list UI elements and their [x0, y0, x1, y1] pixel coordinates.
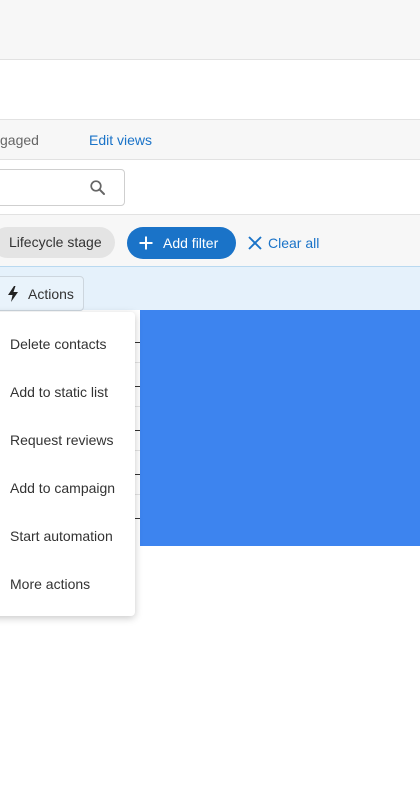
menu-item-start-automation[interactable]: Start automation — [10, 512, 113, 560]
search-icon[interactable] — [89, 179, 107, 197]
menu-item-delete-contacts[interactable]: Delete contacts — [10, 320, 107, 368]
search-input[interactable] — [0, 170, 93, 205]
menu-item-add-to-static-list[interactable]: Add to static list — [10, 368, 108, 416]
add-filter-button[interactable]: Add filter — [127, 227, 236, 259]
actions-button[interactable]: Actions — [0, 276, 84, 311]
page-header — [0, 60, 420, 120]
bulk-actions-bar: Actions — [0, 267, 420, 311]
filter-row: Lifecycle stage Add filter Clear all — [0, 215, 420, 267]
bolt-icon — [8, 285, 18, 302]
menu-item-request-reviews[interactable]: Request reviews — [10, 416, 114, 464]
add-filter-label: Add filter — [163, 235, 219, 251]
tab-engaged[interactable]: gaged — [0, 120, 39, 160]
close-icon — [248, 236, 262, 250]
clear-all-button[interactable]: Clear all — [247, 227, 319, 259]
lifecycle-stage-chip[interactable]: Lifecycle stage — [0, 227, 115, 258]
menu-item-more-actions[interactable]: More actions — [10, 560, 90, 608]
edit-views-link[interactable]: Edit views — [89, 120, 152, 160]
menu-item-add-to-campaign[interactable]: Add to campaign — [10, 464, 115, 512]
selection-highlight-panel — [140, 310, 420, 546]
actions-label: Actions — [28, 285, 74, 302]
top-bar — [0, 0, 420, 60]
plus-icon — [139, 236, 153, 250]
search-box[interactable] — [0, 169, 125, 206]
actions-dropdown-menu: Delete contacts Add to static list Reque… — [0, 312, 135, 616]
clear-all-label: Clear all — [268, 235, 320, 251]
view-tabs: gaged Edit views — [0, 120, 420, 160]
search-row — [0, 160, 420, 215]
